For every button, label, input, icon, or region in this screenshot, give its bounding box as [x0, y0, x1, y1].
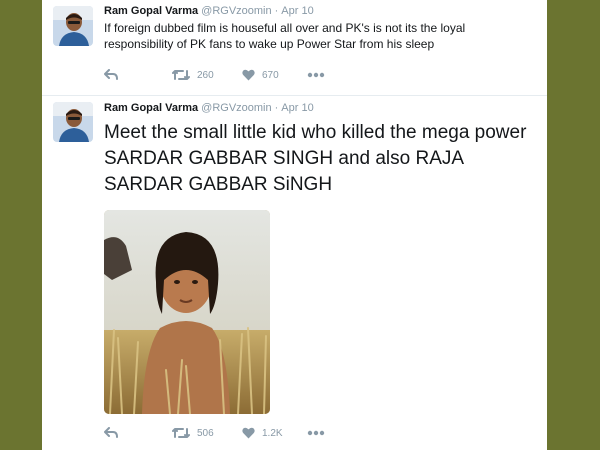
tweet-actions: 260 670 [104, 66, 404, 84]
avatar[interactable] [53, 102, 93, 142]
separator: · [274, 102, 279, 114]
reply-icon [104, 427, 118, 439]
tweet-photo[interactable] [104, 210, 270, 414]
more-icon [307, 72, 325, 78]
tweet[interactable]: Ram Gopal Varma @RGVzoomin · Apr 10 Meet th… [42, 96, 547, 450]
tweet-actions: 506 1.2K [104, 424, 404, 442]
tweet-header: Ram Gopal Varma @RGVzoomin · Apr 10 [104, 102, 314, 114]
like-count: 670 [262, 69, 279, 81]
reply-button[interactable] [104, 66, 118, 84]
retweet-button[interactable]: 506 [172, 424, 214, 442]
reply-icon [104, 69, 118, 81]
author-handle[interactable]: @RGVzoomin [201, 102, 271, 114]
tweet-date[interactable]: Apr 10 [281, 5, 313, 17]
author-name[interactable]: Ram Gopal Varma [104, 5, 198, 17]
author-handle[interactable]: @RGVzoomin [201, 5, 271, 17]
tweet-text: If foreign dubbed film is houseful all o… [104, 21, 466, 51]
retweet-icon [172, 427, 190, 439]
like-icon [242, 69, 255, 81]
retweet-icon [172, 69, 190, 81]
like-button[interactable]: 670 [242, 66, 279, 84]
retweet-count: 260 [197, 69, 214, 81]
like-count: 1.2K [262, 427, 283, 439]
author-name[interactable]: Ram Gopal Varma [104, 102, 198, 114]
tweet-feed: Ram Gopal Varma @RGVzoomin · Apr 10 If fore… [42, 0, 547, 450]
tweet-header: Ram Gopal Varma @RGVzoomin · Apr 10 [104, 5, 314, 17]
separator: · [274, 5, 279, 17]
more-button[interactable] [307, 66, 325, 84]
retweet-button[interactable]: 260 [172, 66, 214, 84]
more-icon [307, 430, 325, 436]
tweet-date[interactable]: Apr 10 [281, 102, 313, 114]
tweet-text: Meet the small little kid who killed the… [104, 122, 527, 195]
more-button[interactable] [307, 424, 325, 442]
reply-button[interactable] [104, 424, 118, 442]
like-icon [242, 427, 255, 439]
retweet-count: 506 [197, 427, 214, 439]
avatar[interactable] [53, 6, 93, 46]
like-button[interactable]: 1.2K [242, 424, 283, 442]
tweet[interactable]: Ram Gopal Varma @RGVzoomin · Apr 10 If fore… [42, 0, 547, 96]
